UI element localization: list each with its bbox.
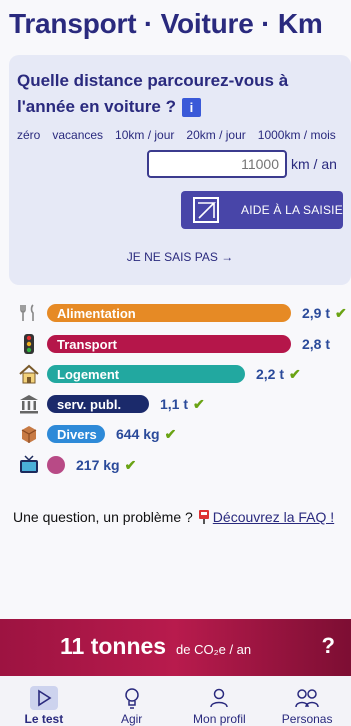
suggestion-list: zéro vacances 10km / jour 20km / jour 10… (17, 128, 348, 142)
category-bar: Logement (47, 365, 245, 383)
suggestion-item[interactable]: 20km / jour (186, 128, 245, 142)
nav-label: Agir (120, 712, 143, 726)
nav-label: Mon profil (193, 712, 246, 726)
category-row[interactable]: Divers 644 kg ✔ (18, 423, 176, 445)
check-icon: ✔ (289, 365, 301, 382)
fork-knife-icon (18, 302, 40, 324)
category-value: 2,8 t (302, 336, 331, 352)
question-label: Quelle distance parcourez-vous à l'année… (17, 71, 289, 116)
category-row[interactable]: 217 kg ✔ (18, 454, 136, 476)
user-icon (209, 686, 229, 710)
faq-line: Une question, un problème ? Découvrez la… (13, 509, 334, 525)
package-icon (18, 423, 40, 445)
bottom-nav: Le test Agir Mon profil Personas (0, 676, 351, 726)
input-help-label: AIDE À LA SAISIE (241, 203, 343, 217)
help-icon[interactable]: ? (322, 633, 335, 659)
check-icon: ✔ (164, 425, 177, 442)
lightbulb-icon (123, 686, 141, 710)
mailbox-icon (198, 510, 209, 524)
category-value: 644 kg (116, 426, 160, 442)
input-help-button[interactable]: AIDE À LA SAISIE (181, 191, 343, 229)
check-icon: ✔ (335, 304, 347, 321)
government-building-icon (18, 393, 40, 415)
category-bar: Divers (47, 425, 105, 443)
traffic-light-icon (18, 333, 40, 355)
category-row[interactable]: Transport 2,8 t (18, 333, 330, 355)
category-row[interactable]: Alimentation 2,9 t ✔ (18, 302, 347, 324)
page-title: Transport · Voiture · Km (9, 8, 323, 39)
dont-know-button[interactable]: JE NE SAIS PAS → (9, 250, 351, 264)
faq-question: Une question, un problème ? (13, 509, 193, 525)
expand-icon (193, 197, 219, 223)
check-icon: ✔ (124, 456, 137, 473)
nav-label: Personas (281, 712, 333, 726)
total-unit: de CO₂e / an (176, 642, 252, 657)
total-footprint-bar[interactable]: 11 tonnes de CO₂e / an ? (0, 619, 351, 676)
suggestion-item[interactable]: vacances (52, 128, 103, 142)
users-icon (295, 686, 319, 710)
info-button[interactable]: i (181, 98, 201, 118)
category-bar (47, 456, 65, 474)
category-bar: Alimentation (47, 304, 291, 322)
suggestion-item[interactable]: 10km / jour (115, 128, 174, 142)
category-bar: serv. publ. (47, 395, 149, 413)
total-value: 11 tonnes (60, 633, 167, 659)
nav-item-profil[interactable]: Mon profil (176, 676, 264, 726)
category-value: 2,2 t (256, 366, 285, 382)
question-card: Quelle distance parcourez-vous à l'année… (9, 55, 351, 285)
category-row[interactable]: Logement 2,2 t ✔ (18, 363, 301, 385)
faq-link[interactable]: Découvrez la FAQ ! (213, 509, 334, 525)
category-row[interactable]: serv. publ. 1,1 t ✔ (18, 393, 205, 415)
question-text: Quelle distance parcourez-vous à l'année… (17, 68, 317, 120)
house-icon (18, 363, 40, 385)
suggestion-item[interactable]: zéro (17, 128, 40, 142)
check-icon: ✔ (193, 395, 205, 412)
nav-item-test[interactable]: Le test (0, 676, 88, 726)
suggestion-item[interactable]: 1000km / mois (258, 128, 336, 142)
category-bar: Transport (47, 335, 291, 353)
unit-label: km / an (291, 156, 337, 172)
distance-input[interactable] (147, 150, 287, 178)
nav-label: Le test (24, 712, 64, 726)
play-icon (29, 686, 58, 710)
category-value: 2,9 t (302, 305, 331, 321)
category-value: 217 kg (76, 457, 120, 473)
tv-icon (18, 454, 40, 476)
nav-item-agir[interactable]: Agir (88, 676, 176, 726)
nav-item-personas[interactable]: Personas (263, 676, 351, 726)
category-value: 1,1 t (160, 396, 189, 412)
